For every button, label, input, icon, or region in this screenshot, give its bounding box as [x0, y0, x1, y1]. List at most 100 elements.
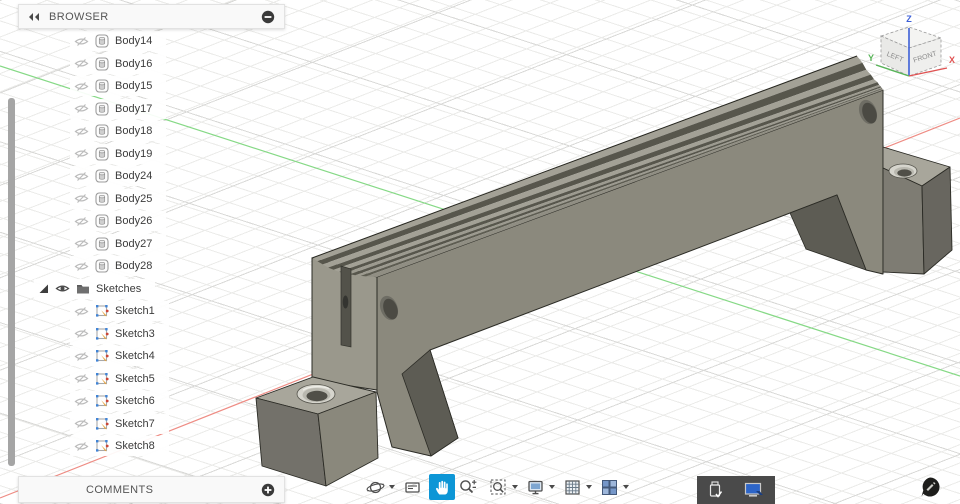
model-body[interactable] [255, 55, 953, 487]
viewports-button[interactable] [596, 474, 622, 500]
browser-row-body19[interactable]: Body19 [18, 143, 169, 166]
browser-row-label[interactable]: Sketch5 [115, 373, 155, 385]
body-icon [95, 259, 109, 273]
visibility-off-icon[interactable] [74, 396, 89, 407]
browser-row-sketch6[interactable]: Sketch6 [18, 390, 169, 413]
browser-row-label[interactable]: Body17 [115, 103, 152, 115]
browser-row-label[interactable]: Body19 [115, 148, 152, 160]
folder-icon [77, 284, 89, 294]
sketch-icon [96, 417, 109, 430]
sketch-icon [96, 305, 109, 317]
browser-row-body27[interactable]: Body27 [18, 233, 169, 256]
right-foot-counterbore[interactable] [888, 163, 918, 179]
sketch-icon [96, 350, 109, 362]
fit-caret[interactable] [512, 485, 518, 489]
visibility-off-icon[interactable] [74, 238, 89, 249]
visibility-off-icon[interactable] [74, 193, 89, 204]
browser-row-label[interactable]: Body25 [115, 193, 152, 205]
browser-row-body24[interactable]: Body24 [18, 165, 169, 188]
visibility-off-icon[interactable] [74, 171, 89, 182]
look-at-button[interactable] [399, 474, 425, 500]
visibility-off-icon[interactable] [74, 81, 89, 92]
browser-row-body18[interactable]: Body18 [18, 120, 169, 143]
browser-panel-header[interactable]: BROWSER [18, 4, 285, 29]
browser-row-label[interactable]: Body14 [115, 35, 152, 47]
browser-row-label[interactable]: Sketch6 [115, 395, 155, 407]
display-settings-button[interactable] [522, 474, 548, 500]
browser-row-sketch8[interactable]: Sketch8 [18, 435, 169, 458]
browser-row-label[interactable]: Body15 [115, 80, 152, 92]
pan-button[interactable] [429, 474, 455, 500]
cube-z-label: Z [906, 14, 912, 24]
browser-title: BROWSER [49, 10, 109, 23]
browser-row-body15[interactable]: Body15 [18, 75, 169, 98]
browser-row-label[interactable]: Sketch7 [115, 418, 155, 430]
sketch-icon [96, 395, 109, 407]
visibility-off-icon[interactable] [74, 36, 89, 47]
visibility-on-icon[interactable] [55, 283, 70, 294]
double-left-chevron-icon[interactable] [28, 12, 40, 22]
browser-row-label[interactable]: Sketch4 [115, 350, 155, 362]
browser-row-label[interactable]: Body26 [115, 215, 152, 227]
browser-row-sketch4[interactable]: Sketch4 [18, 345, 169, 368]
browser-row-label[interactable]: Body16 [115, 58, 152, 70]
visibility-off-icon[interactable] [74, 306, 89, 317]
body-icon [95, 237, 109, 251]
browser-scrollbar[interactable] [8, 98, 15, 466]
body-icon [95, 147, 109, 161]
visibility-off-icon[interactable] [74, 441, 89, 452]
circle-plus-icon[interactable] [261, 483, 275, 497]
visibility-off-icon[interactable] [74, 328, 89, 339]
browser-row-sketch1[interactable]: Sketch1 [18, 300, 169, 323]
display-settings-caret[interactable] [549, 485, 555, 489]
orbit-caret[interactable] [389, 485, 395, 489]
browser-row-label[interactable]: Body18 [115, 125, 152, 137]
body-icon [95, 57, 109, 71]
display-settings-icon [527, 480, 543, 494]
zoom-button[interactable] [455, 474, 481, 500]
browser-row-label[interactable]: Sketch8 [115, 440, 155, 452]
browser-row-label[interactable]: Sketch3 [115, 328, 155, 340]
slot-hole[interactable] [342, 295, 349, 309]
comments-panel[interactable]: COMMENTS [18, 476, 285, 503]
browser-row-sketch3[interactable]: Sketch3 [18, 323, 169, 346]
viewports-caret[interactable] [623, 485, 629, 489]
browser-row-label[interactable]: Sketches [96, 283, 141, 295]
browser-row-label[interactable]: Body28 [115, 260, 152, 272]
browser-row-body26[interactable]: Body26 [18, 210, 169, 233]
fit-button[interactable] [485, 474, 511, 500]
browser-row-body28[interactable]: Body28 [18, 255, 169, 278]
grid-and-snaps-button[interactable] [559, 474, 585, 500]
browser-row-body17[interactable]: Body17 [18, 98, 169, 121]
body-icon [95, 79, 109, 93]
visibility-off-icon[interactable] [74, 148, 89, 159]
browser-row-sketches[interactable]: Sketches [18, 278, 169, 301]
visibility-off-icon[interactable] [74, 373, 89, 384]
browser-row-label[interactable]: Sketch1 [115, 305, 155, 317]
visibility-off-icon[interactable] [74, 103, 89, 114]
visibility-off-icon[interactable] [74, 126, 89, 137]
visibility-off-icon[interactable] [74, 216, 89, 227]
browser-row-body14[interactable]: Body14 [18, 30, 169, 53]
sketch-icon [96, 372, 109, 385]
browser-row-sketch5[interactable]: Sketch5 [18, 368, 169, 391]
visibility-off-icon[interactable] [74, 58, 89, 69]
browser-row-label[interactable]: Body27 [115, 238, 152, 250]
browser-row-body16[interactable]: Body16 [18, 53, 169, 76]
orbit-button[interactable] [362, 474, 388, 500]
comments-title: COMMENTS [86, 483, 154, 496]
usb-device-icon[interactable] [708, 481, 722, 499]
grid-and-snaps-caret[interactable] [586, 485, 592, 489]
display-device-icon[interactable] [744, 482, 764, 499]
visibility-off-icon[interactable] [74, 261, 89, 272]
browser-row-body25[interactable]: Body25 [18, 188, 169, 211]
view-cube[interactable]: LEFT FRONT Z X Y [868, 14, 955, 77]
circle-minus-icon[interactable] [261, 10, 275, 24]
browser-row-label[interactable]: Body24 [115, 170, 152, 182]
visibility-off-icon[interactable] [74, 418, 89, 429]
expand-arrow-icon[interactable] [38, 283, 49, 294]
left-foot-counterbore[interactable] [296, 384, 336, 404]
cube-x-label: X [949, 55, 955, 65]
visibility-off-icon[interactable] [74, 351, 89, 362]
browser-row-sketch7[interactable]: Sketch7 [18, 413, 169, 436]
